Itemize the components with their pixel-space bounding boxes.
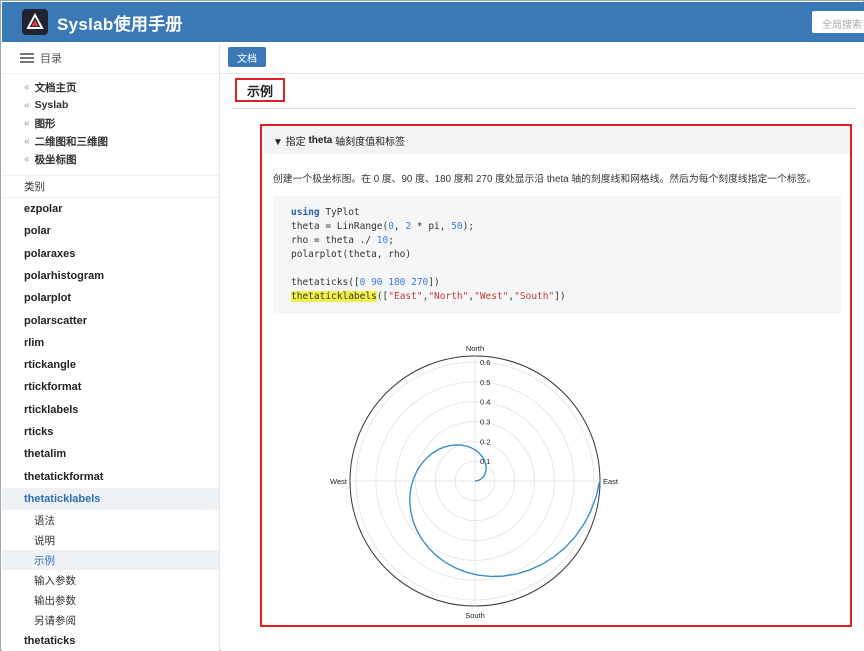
sidebar-subitem-see-also[interactable]: 另请参阅	[2, 610, 219, 630]
code-block: using TyPlot theta = LinRange(0, 2 * pi,…	[273, 196, 841, 314]
r-tick-label: 0.2	[480, 437, 490, 446]
breadcrumb-item[interactable]: «Syslab	[24, 96, 219, 114]
code-line: rho = theta ./ 10;	[291, 235, 394, 246]
divider	[231, 108, 856, 109]
r-tick-label: 0.3	[480, 417, 490, 426]
sidebar-item-polaraxes[interactable]: polaraxes	[2, 243, 219, 265]
chevron-left-icon: «	[24, 136, 30, 148]
sidebar-subitem-output-args[interactable]: 输出参数	[2, 590, 219, 610]
toc-label: 目录	[40, 52, 62, 65]
theta-tick-label: West	[330, 477, 348, 486]
main-content: 文档 示例 ▼ 指定 theta 轴刻度值和标签 创建一个极坐标图。在 0 度、…	[221, 42, 864, 651]
sidebar-item-polarhistogram[interactable]: polarhistogram	[2, 265, 219, 287]
sidebar: 目录 «文档主页 «Syslab «图形 «二维图和三维图 «极坐标图 类别 e…	[2, 42, 220, 651]
sidebar-item-thetatickformat[interactable]: thetatickformat	[2, 466, 219, 488]
sidebar-item-ezpolar[interactable]: ezpolar	[2, 198, 219, 220]
chevron-left-icon: «	[24, 81, 30, 93]
menu-icon	[20, 52, 34, 63]
example-description: 创建一个极坐标图。在 0 度、90 度、180 度和 270 度处显示沿 the…	[273, 174, 817, 185]
section-title: 示例	[235, 78, 285, 102]
theta-tick-label: East	[603, 477, 619, 486]
spiral-series-line	[409, 444, 601, 578]
sidebar-item-thetaticklabels[interactable]: thetaticklabels	[2, 487, 219, 511]
code-line: polarplot(theta, rho)	[291, 249, 412, 260]
polar-plot: EastNorthWestSouth0.10.20.30.40.50.6	[330, 344, 619, 620]
tab-doc[interactable]: 文档	[228, 47, 266, 67]
sidebar-item-thetaticks[interactable]: thetaticks	[2, 630, 219, 651]
chevron-left-icon: «	[24, 99, 30, 111]
r-tick-label: 0.4	[480, 398, 490, 407]
sidebar-subitem-examples[interactable]: 示例	[2, 550, 219, 571]
example-panel: ▼ 指定 theta 轴刻度值和标签 创建一个极坐标图。在 0 度、90 度、1…	[260, 124, 852, 627]
toc-header[interactable]: 目录	[2, 42, 219, 74]
sidebar-item-thetalim[interactable]: thetalim	[2, 443, 219, 465]
breadcrumb: «文档主页 «Syslab «图形 «二维图和三维图 «极坐标图	[2, 74, 219, 176]
breadcrumb-item[interactable]: «极坐标图	[24, 151, 219, 169]
sidebar-item-polarscatter[interactable]: polarscatter	[2, 309, 219, 331]
sidebar-item-rlim[interactable]: rlim	[2, 332, 219, 354]
code-line: thetaticklabels(["East","North","West","…	[291, 291, 566, 302]
r-tick-label: 0.5	[480, 378, 490, 387]
theta-tick-label: North	[466, 344, 484, 353]
example-heading[interactable]: ▼ 指定 theta 轴刻度值和标签	[264, 126, 850, 154]
chevron-left-icon: «	[24, 117, 30, 129]
sidebar-subitem-syntax[interactable]: 语法	[2, 510, 219, 530]
sidebar-subitem-description[interactable]: 说明	[2, 530, 219, 550]
tab-bar: 文档	[221, 42, 864, 74]
code-line: using TyPlot	[291, 207, 360, 218]
code-line: theta = LinRange(0, 2 * pi, 50);	[291, 221, 475, 232]
sidebar-item-rticks[interactable]: rticks	[2, 421, 219, 443]
breadcrumb-item[interactable]: «二维图和三维图	[24, 133, 219, 151]
chevron-left-icon: «	[24, 154, 30, 166]
sidebar-item-polar[interactable]: polar	[2, 220, 219, 242]
category-header: 类别	[2, 176, 219, 198]
sidebar-item-rtickformat[interactable]: rtickformat	[2, 376, 219, 398]
theta-tick-label: South	[465, 611, 485, 620]
app-window: Syslab使用手册 全局搜索 目录 «文档主页 «Syslab «图形 «二维…	[0, 0, 864, 651]
breadcrumb-item[interactable]: «图形	[24, 114, 219, 132]
app-logo-icon	[22, 9, 48, 35]
r-tick-label: 0.6	[480, 358, 490, 367]
app-title: Syslab使用手册	[57, 14, 183, 34]
global-search-input[interactable]: 全局搜索	[812, 11, 864, 33]
sidebar-item-rtickangle[interactable]: rtickangle	[2, 354, 219, 376]
sidebar-subitem-input-args[interactable]: 输入参数	[2, 570, 219, 590]
code-line: thetaticks([0 90 180 270])	[291, 277, 440, 288]
top-bar: Syslab使用手册 全局搜索	[2, 2, 864, 42]
breadcrumb-item[interactable]: «文档主页	[24, 78, 219, 96]
sidebar-item-rticklabels[interactable]: rticklabels	[2, 399, 219, 421]
sidebar-item-polarplot[interactable]: polarplot	[2, 287, 219, 309]
